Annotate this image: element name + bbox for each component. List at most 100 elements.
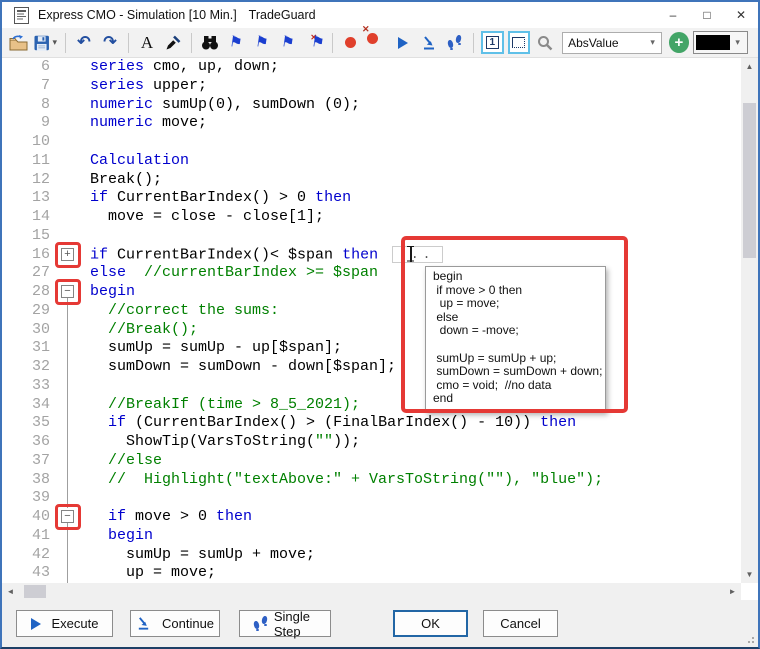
code-line[interactable]: 16+if CurrentBarIndex()< $span then... [2, 246, 741, 265]
next-bookmark-flag-icon: ⚑ [254, 34, 269, 51]
code-line[interactable]: 14 move = close - close[1]; [2, 208, 741, 227]
continue-label: Continue [162, 616, 214, 631]
code-text: //Break(); [90, 321, 198, 340]
horizontal-scrollbar[interactable]: ◄ ► [2, 583, 758, 600]
line-number: 35 [2, 414, 50, 433]
line-number: 39 [2, 489, 50, 508]
code-line[interactable]: 10 [2, 133, 741, 152]
scroll-left-arrow[interactable]: ◄ [2, 583, 19, 600]
save-button[interactable]: ▾ [32, 31, 59, 55]
title-bar: Express CMO - Simulation [10 Min.] Trade… [2, 2, 758, 28]
fold-column [50, 358, 86, 377]
code-line[interactable]: 11Calculation [2, 152, 741, 171]
tooltip-line: if move > 0 then [433, 284, 599, 298]
combobox-value: AbsValue [563, 36, 645, 50]
run-to-cursor-button[interactable] [417, 31, 441, 55]
line-number: 10 [2, 133, 50, 152]
run-to-cursor-icon [136, 616, 151, 631]
code-text: up = move; [90, 564, 216, 583]
code-line[interactable]: 13if CurrentBarIndex() > 0 then [2, 189, 741, 208]
code-line[interactable]: 9numeric move; [2, 114, 741, 133]
code-line[interactable]: 32 sumDown = sumDown - down[$span]; [2, 358, 741, 377]
maximize-button[interactable]: □ [690, 2, 724, 28]
cancel-button[interactable]: Cancel [483, 610, 558, 637]
font-button[interactable]: A [135, 31, 159, 55]
code-text: sumUp = sumUp + move; [90, 546, 315, 565]
code-line[interactable]: 7series upper; [2, 77, 741, 96]
variable-combobox[interactable]: AbsValue ▾ [562, 32, 662, 54]
find-button[interactable] [198, 31, 222, 55]
line-numbers-toggle[interactable]: 1 [481, 31, 504, 54]
execute-button[interactable]: Execute [16, 610, 113, 637]
code-line[interactable]: 35 if (CurrentBarIndex() > (FinalBarInde… [2, 414, 741, 433]
collapsed-fold-ellipsis[interactable]: ... [392, 246, 443, 263]
fold-column [50, 77, 86, 96]
prev-bookmark-button[interactable]: ⚑ [224, 31, 248, 55]
code-line[interactable]: 33 [2, 377, 741, 396]
chevron-down-icon[interactable]: ▾ [645, 37, 661, 48]
clear-bookmarks-button[interactable]: ⚑ ✕ [302, 31, 326, 55]
code-line[interactable]: 41 begin [2, 527, 741, 546]
undo-button[interactable]: ↶ [72, 31, 96, 55]
continue-button[interactable]: Continue [130, 610, 220, 637]
code-line[interactable]: 30 //Break(); [2, 321, 741, 340]
selection-mode-toggle[interactable] [508, 31, 531, 54]
close-button[interactable]: ✕ [724, 2, 758, 28]
open-button[interactable] [6, 31, 30, 55]
format-brush-button[interactable] [161, 31, 185, 55]
next-bookmark-button[interactable]: ⚑ [250, 31, 274, 55]
scrollbar-corner [741, 583, 758, 600]
execute-label: Execute [52, 616, 99, 631]
code-line[interactable]: 8numeric sumUp(0), sumDown (0); [2, 96, 741, 115]
code-line[interactable]: 38 // Highlight("textAbove:" + VarsToStr… [2, 471, 741, 490]
code-line[interactable]: 6series cmo, up, down; [2, 58, 741, 77]
magnifier-icon [537, 35, 553, 51]
line-number: 30 [2, 321, 50, 340]
scroll-up-arrow[interactable]: ▲ [741, 58, 758, 75]
code-line[interactable]: 12Break(); [2, 171, 741, 190]
code-text: if move > 0 then [90, 508, 252, 527]
horizontal-scroll-track[interactable] [19, 583, 724, 600]
code-line[interactable]: 31 sumUp = sumUp - up[$span]; [2, 339, 741, 358]
code-text: if CurrentBarIndex() > 0 then [90, 189, 351, 208]
vertical-scrollbar[interactable]: ▲ ▼ [741, 58, 758, 583]
single-step-toolbar-button[interactable] [443, 31, 467, 55]
line-number: 43 [2, 564, 50, 583]
scroll-right-arrow[interactable]: ► [724, 583, 741, 600]
code-line[interactable]: 34 //BreakIf (time > 8_5_2021); [2, 396, 741, 415]
resize-grip[interactable] [744, 633, 754, 643]
clear-breakpoints-button[interactable]: ✕ [365, 31, 389, 55]
zoom-button[interactable] [533, 31, 557, 55]
line-number: 8 [2, 96, 50, 115]
toggle-breakpoint-button[interactable] [339, 31, 363, 55]
code-line[interactable]: 36 ShowTip(VarsToString("")); [2, 433, 741, 452]
code-text: series upper; [90, 77, 207, 96]
add-variable-button[interactable]: + [667, 31, 692, 55]
code-line[interactable]: 28−begin [2, 283, 741, 302]
redo-button[interactable]: ↷ [98, 31, 122, 55]
code-line[interactable]: 29 //correct the sums: [2, 302, 741, 321]
font-icon: A [141, 34, 153, 51]
code-text: move = close - close[1]; [90, 208, 324, 227]
color-picker[interactable]: ▾ [693, 31, 748, 54]
code-line[interactable]: 43 up = move; [2, 564, 741, 583]
code-line[interactable]: 42 sumUp = sumUp + move; [2, 546, 741, 565]
ok-button[interactable]: OK [393, 610, 468, 637]
save-dropdown-caret[interactable]: ▾ [52, 37, 57, 48]
chevron-down-icon[interactable]: ▾ [730, 37, 745, 48]
code-line[interactable]: 27else //currentBarIndex >= $span [2, 264, 741, 283]
code-line[interactable]: 40− if move > 0 then [2, 508, 741, 527]
code-line[interactable]: 39 [2, 489, 741, 508]
code-text: Calculation [90, 152, 189, 171]
code-lines[interactable]: 6series cmo, up, down;7series upper;8num… [2, 58, 741, 583]
scroll-down-arrow[interactable]: ▼ [741, 566, 758, 583]
vertical-scroll-thumb[interactable] [743, 103, 756, 258]
toggle-bookmark-button[interactable]: ⚑ [276, 31, 300, 55]
execute-toolbar-button[interactable] [391, 31, 415, 55]
minimize-button[interactable]: – [656, 2, 690, 28]
play-icon [31, 618, 41, 630]
code-line[interactable]: 37 //else [2, 452, 741, 471]
code-line[interactable]: 15 [2, 227, 741, 246]
single-step-button[interactable]: Single Step [239, 610, 331, 637]
horizontal-scroll-thumb[interactable] [24, 585, 46, 598]
